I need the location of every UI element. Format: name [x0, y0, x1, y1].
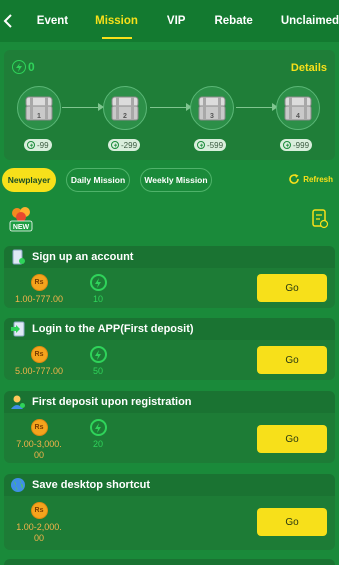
- cash-reward-value-line1: 7.00-3,000.: [16, 439, 62, 449]
- bolt-icon: [89, 274, 107, 291]
- treasure-chest-icon: 3: [197, 94, 227, 122]
- rupee-coin-icon: Rs: [30, 346, 48, 363]
- details-link[interactable]: Details: [291, 62, 327, 74]
- chest-cost-value: -999: [293, 140, 310, 150]
- points-reward: 10: [88, 274, 108, 304]
- bolt-icon: [12, 60, 26, 74]
- treasure-chest-icon: 4: [283, 94, 313, 122]
- points-balance: 0: [12, 60, 35, 74]
- filter-newplayer[interactable]: Newplayer: [2, 168, 56, 192]
- cash-reward: Rs 1.00-777.00: [12, 274, 66, 305]
- chest-cost-value: -599: [207, 140, 224, 150]
- go-button[interactable]: Go: [257, 425, 327, 453]
- tab-unclaimed[interactable]: Unclaimed: [281, 0, 339, 42]
- go-button[interactable]: Go: [257, 274, 327, 302]
- chest-number: 4: [296, 113, 300, 120]
- user-deposit-icon: [10, 394, 26, 410]
- bolt-icon: [89, 346, 107, 363]
- task-header: Login to the APP(First deposit): [4, 318, 335, 340]
- cash-reward: Rs 7.00-3,000. 00: [10, 419, 68, 461]
- points-reward-value: 20: [92, 439, 103, 449]
- cash-reward-value: 5.00-777.00: [14, 366, 64, 376]
- task-title: Sign up an account: [32, 251, 134, 263]
- go-button[interactable]: Go: [257, 346, 327, 374]
- rupee-coin-icon: Rs: [30, 274, 48, 291]
- filter-weekly-mission[interactable]: Weekly Mission: [140, 168, 212, 192]
- bolt-icon: [111, 141, 119, 149]
- login-icon: [10, 321, 26, 337]
- tab-rebate[interactable]: Rebate: [214, 0, 252, 42]
- bolt-icon: [89, 419, 107, 436]
- chest-1[interactable]: 1: [17, 86, 61, 130]
- task-title: Login to the APP(First deposit): [32, 323, 194, 335]
- treasure-chest-icon: 1: [24, 94, 54, 122]
- globe-icon: [10, 477, 26, 493]
- task-card: Login to the APP(First deposit) Rs 5.00-…: [4, 318, 335, 380]
- chest-number: 2: [123, 113, 127, 120]
- task-header: Sign up an account: [4, 246, 335, 268]
- chest-cost-value: -99: [37, 140, 49, 150]
- progress-card: 0 Details 1 2 3 4 -99 -299 -599 -999: [4, 50, 335, 160]
- go-button[interactable]: Go: [257, 508, 327, 536]
- task-card: Save desktop shortcut Rs 1.00-2,000. 00 …: [4, 474, 335, 550]
- phone-icon: [10, 249, 26, 265]
- chest-number: 1: [37, 113, 41, 120]
- records-icon[interactable]: [311, 209, 329, 229]
- task-card: First deposit upon registration Rs 7.00-…: [4, 391, 335, 463]
- points-reward: 20: [88, 419, 108, 449]
- back-arrow-icon[interactable]: [0, 0, 16, 42]
- bolt-icon: [27, 141, 35, 149]
- cash-reward: Rs 5.00-777.00: [12, 346, 66, 377]
- points-reward-value: 10: [92, 294, 103, 304]
- rupee-coin-icon: Rs: [30, 502, 48, 519]
- tab-mission[interactable]: Mission: [95, 0, 138, 42]
- treasure-chest-icon: 2: [110, 94, 140, 122]
- refresh-icon: [289, 174, 300, 184]
- bolt-icon: [197, 141, 205, 149]
- tab-event[interactable]: Event: [37, 0, 68, 42]
- chest-2[interactable]: 2: [103, 86, 147, 130]
- points-count: 0: [28, 60, 35, 74]
- chest-cost: -99: [24, 139, 52, 151]
- cash-reward-value-line2: 00: [33, 533, 44, 543]
- task-header: First deposit upon registration: [4, 391, 335, 413]
- points-reward-value: 50: [92, 366, 103, 376]
- chest-number: 3: [210, 113, 214, 120]
- chest-cost: -999: [280, 139, 313, 151]
- chest-cost-value: -299: [121, 140, 138, 150]
- mission-filters: Newplayer Daily Mission Weekly Mission R…: [0, 168, 339, 192]
- connector-line: [236, 107, 272, 108]
- rupee-coin-icon: Rs: [30, 419, 48, 436]
- refresh-label: Refresh: [303, 174, 333, 184]
- task-header: Save desktop shortcut: [4, 474, 335, 496]
- task-card-partial: [4, 559, 335, 565]
- cash-reward-value: 1.00-777.00: [14, 294, 64, 304]
- filter-daily-mission[interactable]: Daily Mission: [66, 168, 130, 192]
- task-title: First deposit upon registration: [32, 396, 192, 408]
- bolt-icon: [283, 141, 291, 149]
- task-title: Save desktop shortcut: [32, 479, 150, 491]
- task-card: Sign up an account Rs 1.00-777.00 10 Go: [4, 246, 335, 308]
- chest-cost: -599: [194, 139, 227, 151]
- cash-reward-value-line1: 1.00-2,000.: [16, 522, 62, 532]
- refresh-button[interactable]: Refresh: [288, 173, 333, 185]
- cash-reward-value-line2: 00: [33, 450, 44, 460]
- new-badge-icon: NEW: [6, 204, 36, 234]
- connector-line: [62, 107, 98, 108]
- points-reward: 50: [88, 346, 108, 376]
- chest-3[interactable]: 3: [190, 86, 234, 130]
- chest-cost: -299: [108, 139, 141, 151]
- connector-line: [150, 107, 186, 108]
- task-header: [4, 559, 335, 565]
- chest-4[interactable]: 4: [276, 86, 320, 130]
- cash-reward: Rs 1.00-2,000. 00: [10, 502, 68, 544]
- top-nav: Event Mission VIP Rebate Unclaimed: [0, 0, 339, 42]
- tab-vip[interactable]: VIP: [167, 0, 186, 42]
- new-label: NEW: [13, 224, 30, 231]
